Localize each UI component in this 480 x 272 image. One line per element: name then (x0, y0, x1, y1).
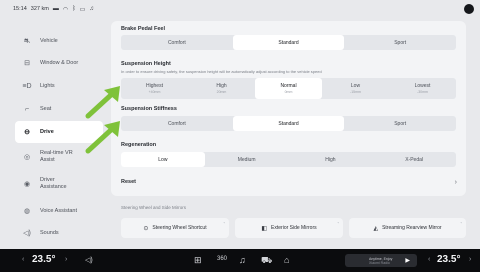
seat-icon: ⌐ (24, 105, 30, 113)
side-mirror-icon: ◧ (261, 225, 268, 232)
wifi-icon: ◠ (62, 6, 69, 13)
bluetooth-icon: ᛒ (72, 6, 76, 12)
chevron-right-icon[interactable]: › (65, 256, 67, 263)
passenger-temperature[interactable]: 23.5° (437, 254, 460, 265)
brake-option-comfort[interactable]: Comfort (121, 35, 233, 50)
clock: 15:14 (13, 6, 27, 12)
sidebar-item-label: Drive (40, 128, 54, 135)
music-icon[interactable]: ♫ (239, 255, 246, 265)
annotation-arrow (85, 121, 120, 154)
user-avatar[interactable] (464, 4, 474, 14)
annotation-arrow (85, 86, 120, 119)
expand-corner-icon: ⌝ (223, 221, 225, 226)
height-option-low[interactable]: Low -15mm (322, 78, 389, 99)
sidebar-item-label: Lights (40, 82, 55, 89)
home-icon[interactable]: ⌂ (284, 255, 289, 265)
speaker-icon: ◁) (23, 230, 31, 237)
sidebar-item-label: Driver Assistance (40, 177, 67, 190)
sidebar-item-label: Seat (40, 105, 52, 112)
button-label: Streaming Rearview Mirror (382, 225, 442, 231)
chevron-left-icon[interactable]: ‹ (428, 256, 430, 263)
sidebar-item-label: Real-time VR Assist (40, 150, 73, 163)
media-player[interactable]: Anytime, Enjoy Xiaomi Radio ▶ (345, 254, 417, 267)
volume-icon[interactable]: ◁) (85, 256, 93, 264)
media-artist: Xiaomi Radio (369, 260, 390, 265)
mirrors-section-title: Steering Wheel and Side Mirrors (121, 205, 187, 210)
button-label: Steering Wheel Shortcut (152, 225, 207, 231)
chevron-right-icon: › (454, 178, 457, 186)
steering-icon: ⊖ (24, 129, 30, 136)
option-value: 20mm (216, 89, 227, 94)
sidebar-item-label: Vehicle (40, 37, 58, 44)
brake-option-standard[interactable]: Standard (232, 35, 345, 50)
rearview-mirror-icon: ◭ (373, 225, 379, 232)
expand-corner-icon: ⌝ (337, 221, 339, 226)
stiffness-option-standard[interactable]: Standard (232, 116, 345, 131)
brake-option-sport[interactable]: Sport (344, 35, 456, 50)
option-value: -30mm (417, 89, 428, 94)
car-icon: ⛐ (23, 37, 31, 45)
exterior-side-mirrors-button[interactable]: ◧ Exterior Side Mirrors ⌝ (235, 218, 343, 238)
sidebar-item-driver-assistance[interactable]: ◉ Driver Assistance (15, 173, 103, 195)
bottom-dock: ‹ 23.5° › ◁) ⊞ 360 ♫ ⛟ ⌂ Anytime, Enjoy … (0, 249, 480, 272)
regen-option-low[interactable]: Low (121, 152, 205, 167)
regen-option-high[interactable]: High (289, 152, 373, 167)
sidebar-item-label: Voice Assistant (40, 207, 77, 214)
bell-icon: ♫ (89, 6, 94, 12)
vr-assist-icon: ◎ (23, 154, 31, 161)
steering-wheel-icon: ⊙ (143, 225, 149, 232)
voice-icon: ◍ (23, 208, 31, 215)
stiffness-option-comfort[interactable]: Comfort (121, 116, 233, 131)
car-status-icon[interactable]: ⛟ (261, 255, 272, 267)
play-icon[interactable]: ▶ (405, 257, 410, 264)
brake-pedal-title: Brake Pedal Feel (121, 26, 166, 32)
suspension-height-description: In order to ensure driving safety, the s… (121, 69, 322, 74)
sidebar-item-voice-assistant[interactable]: ◍ Voice Assistant (15, 200, 103, 222)
window-icon: ⊟ (24, 60, 30, 67)
media-info: Anytime, Enjoy Xiaomi Radio (369, 257, 392, 265)
drive-settings-panel: Brake Pedal Feel Comfort Standard Sport … (111, 21, 466, 196)
lights-icon: ≡D (22, 82, 32, 90)
expand-corner-icon: ⌝ (460, 221, 462, 226)
sidebar-item-vehicle[interactable]: ⛐ Vehicle (15, 30, 103, 52)
regeneration-title: Regeneration (121, 142, 157, 148)
option-value: -15mm (350, 89, 361, 94)
chevron-left-icon[interactable]: ‹ (22, 256, 24, 263)
suspension-stiffness-title: Suspension Stiffness (121, 106, 177, 112)
button-label: Exterior Side Mirrors (271, 225, 317, 231)
chevron-right-icon[interactable]: › (469, 256, 471, 263)
height-option-normal[interactable]: Normal 0mm (255, 78, 322, 99)
status-bar: 15:14 327 km ▬ ◠ ᛒ ▭ ♫ (0, 0, 480, 18)
sidebar-item-window-door[interactable]: ⊟ Window & Door (15, 52, 103, 74)
stiffness-option-sport[interactable]: Sport (344, 116, 456, 131)
sidebar-item-sounds[interactable]: ◁) Sounds (15, 222, 103, 244)
battery-icon: ▬ (52, 6, 59, 12)
option-value: +40mm (148, 89, 161, 94)
regen-option-x-pedal[interactable]: X-Pedal (372, 152, 456, 167)
360-camera-icon[interactable]: 360 (217, 256, 227, 262)
reset-row[interactable]: Reset › (111, 174, 466, 190)
suspension-height-title: Suspension Height (121, 61, 171, 67)
brake-pedal-selector: Comfort Standard Sport (121, 35, 456, 50)
steering-wheel-shortcut-button[interactable]: ⊙ Steering Wheel Shortcut ⌝ (121, 218, 229, 238)
regen-option-medium[interactable]: Medium (205, 152, 289, 167)
sidebar-item-label: Sounds (40, 229, 59, 236)
media-title: Anytime, Enjoy (369, 256, 393, 261)
suspension-stiffness-selector: Comfort Standard Sport (121, 116, 456, 131)
apps-icon[interactable]: ⊞ (194, 255, 202, 266)
streaming-rearview-mirror-button[interactable]: ◭ Streaming Rearview Mirror ⌝ (349, 218, 466, 238)
sidebar-item-label: Window & Door (40, 59, 79, 66)
range-readout: 327 km (30, 6, 49, 12)
driver-assist-icon: ◉ (23, 181, 31, 188)
suspension-height-selector: Highest +40mm High 20mm Normal 0mm Low -15mm… (121, 78, 456, 99)
driver-temperature[interactable]: 23.5° (32, 254, 55, 265)
height-option-highest[interactable]: Highest +40mm (121, 78, 188, 99)
cast-icon: ▭ (79, 6, 86, 13)
height-option-lowest[interactable]: Lowest -30mm (389, 78, 456, 99)
regeneration-selector: Low Medium High X-Pedal (121, 152, 456, 167)
height-option-high[interactable]: High 20mm (188, 78, 255, 99)
option-value: 0mm (284, 89, 293, 94)
reset-label: Reset (121, 179, 136, 185)
